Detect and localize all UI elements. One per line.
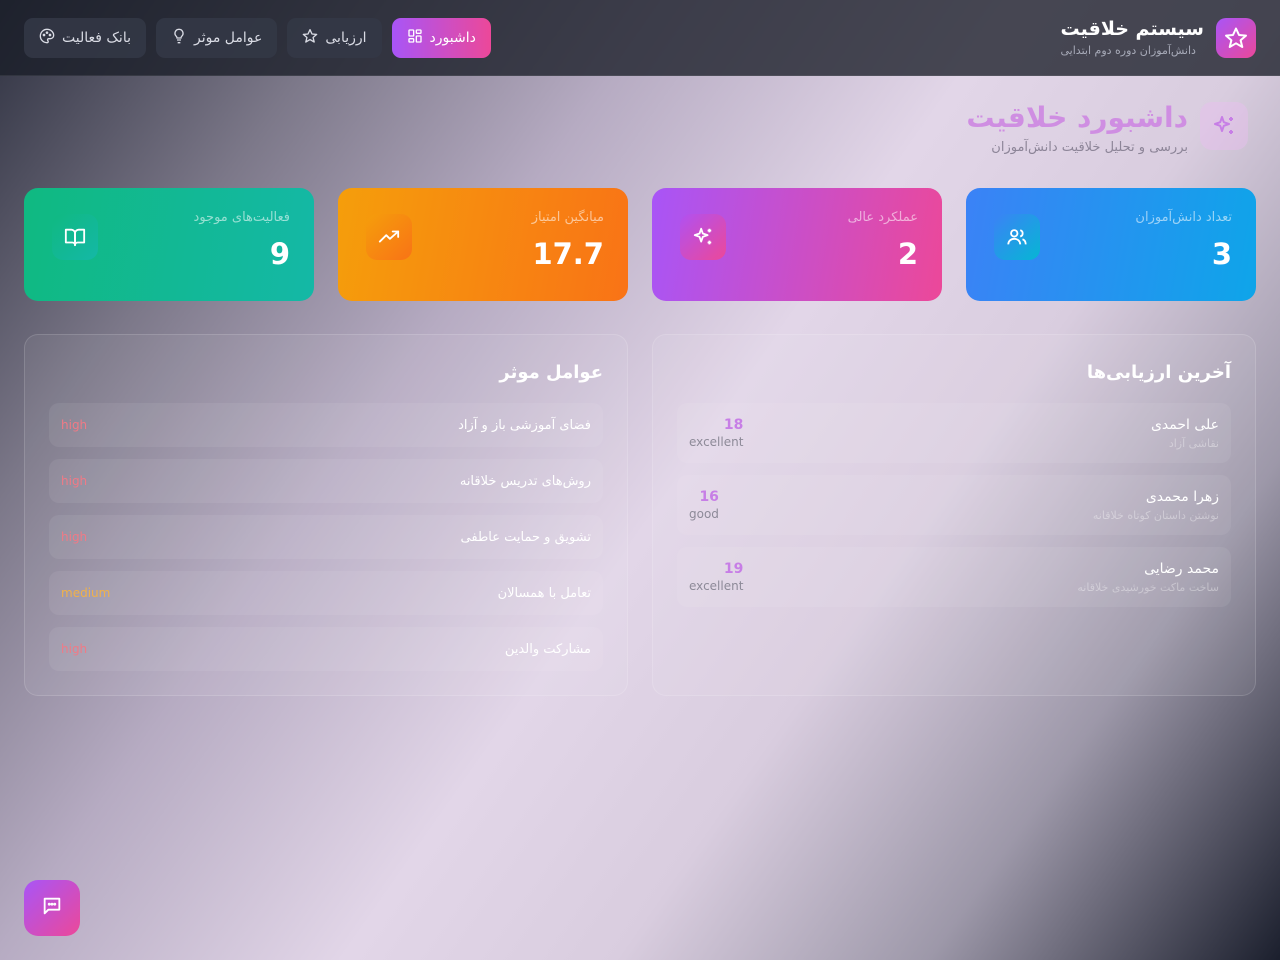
evaluation-item[interactable]: محمد رضایی ساخت ماکت خورشیدی خلاقانه 19 … bbox=[677, 547, 1231, 607]
sparkles-icon bbox=[680, 214, 726, 260]
factor-name: روش‌های تدریس خلاقانه bbox=[459, 473, 591, 489]
factor-name: تعامل با همسالان bbox=[497, 585, 591, 601]
stat-card-activities: فعالیت‌های موجود 9 bbox=[24, 188, 314, 301]
factor-name: فضای آموزشی باز و آزاد bbox=[458, 417, 591, 433]
stat-card-average: میانگین امتیاز 17.7 bbox=[338, 188, 628, 301]
nav-activity-bank[interactable]: بانک فعالیت bbox=[24, 17, 146, 58]
activity-name: نقاشی آزاد bbox=[1168, 436, 1219, 450]
factor-name: تشویق و حمایت عاطفی bbox=[460, 529, 591, 545]
users-icon bbox=[994, 214, 1040, 260]
top-header: سیستم خلاقیت دانش‌آموزان دوره دوم ابتدای… bbox=[0, 0, 1280, 76]
score: 18 bbox=[723, 417, 744, 433]
factor-item[interactable]: روش‌های تدریس خلاقانه high bbox=[49, 459, 603, 503]
star-icon bbox=[1216, 17, 1256, 58]
lightbulb-icon bbox=[171, 28, 187, 48]
brand: سیستم خلاقیت دانش‌آموزان دوره دوم ابتدای… bbox=[1061, 17, 1256, 59]
book-open-icon bbox=[52, 214, 98, 260]
score-level: good bbox=[689, 507, 719, 521]
nav-dashboard[interactable]: داشبورد bbox=[391, 17, 491, 58]
evaluation-item[interactable]: زهرا محمدی نوشتن داستان کوتاه خلاقانه 16… bbox=[677, 475, 1231, 535]
panel-title: آخرین ارزیابی‌ها bbox=[1086, 362, 1231, 383]
factor-level: medium bbox=[61, 586, 111, 600]
chat-button[interactable] bbox=[24, 880, 80, 936]
activity-name: نوشتن داستان کوتاه خلاقانه bbox=[1092, 508, 1219, 522]
palette-icon bbox=[39, 28, 55, 48]
nav-evaluation-label: ارزیابی bbox=[325, 29, 367, 46]
nav-factors-label: عوامل موثر bbox=[194, 29, 263, 46]
nav-dashboard-label: داشبورد bbox=[429, 29, 476, 46]
activity-name: ساخت ماکت خورشیدی خلاقانه bbox=[1077, 580, 1219, 594]
factor-name: مشارکت والدین bbox=[504, 641, 591, 657]
dashboard-icon bbox=[407, 28, 423, 48]
factors-panel: عوامل موثر فضای آموزشی باز و آزاد high ر… bbox=[24, 334, 628, 696]
recent-evaluations-panel: آخرین ارزیابی‌ها علی احمدی نقاشی آزاد 18… bbox=[652, 334, 1256, 696]
factor-level: high bbox=[61, 418, 88, 432]
factor-item[interactable]: تشویق و حمایت عاطفی high bbox=[49, 515, 603, 559]
score-level: excellent bbox=[689, 435, 744, 449]
page-subtitle: بررسی و تحلیل خلاقیت دانش‌آموزان bbox=[991, 140, 1188, 155]
nav-activity-bank-label: بانک فعالیت bbox=[62, 29, 131, 46]
nav-factors[interactable]: عوامل موثر bbox=[156, 17, 278, 58]
page-title: داشبورد خلاقیت bbox=[966, 101, 1188, 134]
page-heading: داشبورد خلاقیت بررسی و تحلیل خلاقیت دانش… bbox=[966, 100, 1248, 155]
main-nav: بانک فعالیت عوامل موثر ارزیابی داشبورد bbox=[24, 17, 491, 58]
factor-level: high bbox=[61, 642, 88, 656]
student-name: زهرا محمدی bbox=[1145, 488, 1219, 505]
score-level: excellent bbox=[689, 579, 744, 593]
panel-title: عوامل موثر bbox=[499, 362, 603, 383]
app-subtitle: دانش‌آموزان دوره دوم ابتدایی bbox=[1060, 43, 1196, 57]
factor-item[interactable]: فضای آموزشی باز و آزاد high bbox=[49, 403, 603, 447]
factor-item[interactable]: تعامل با همسالان medium bbox=[49, 571, 603, 615]
trending-up-icon bbox=[366, 214, 412, 260]
nav-evaluation[interactable]: ارزیابی bbox=[287, 17, 382, 58]
sparkles-icon bbox=[1200, 102, 1248, 150]
score: 19 bbox=[723, 561, 744, 577]
app-title: سیستم خلاقیت bbox=[1060, 17, 1204, 40]
score: 16 bbox=[699, 489, 719, 505]
factor-item[interactable]: مشارکت والدین high bbox=[49, 627, 603, 671]
factor-level: high bbox=[61, 474, 88, 488]
factor-level: high bbox=[61, 530, 88, 544]
star-icon bbox=[302, 28, 318, 48]
stat-card-excellent: عملکرد عالی 2 bbox=[652, 188, 942, 301]
chat-icon bbox=[41, 895, 63, 921]
evaluation-item[interactable]: علی احمدی نقاشی آزاد 18 excellent bbox=[677, 403, 1231, 463]
stat-card-students: تعداد دانش‌آموزان 3 bbox=[966, 188, 1256, 301]
student-name: علی احمدی bbox=[1150, 416, 1219, 433]
student-name: محمد رضایی bbox=[1144, 560, 1219, 577]
